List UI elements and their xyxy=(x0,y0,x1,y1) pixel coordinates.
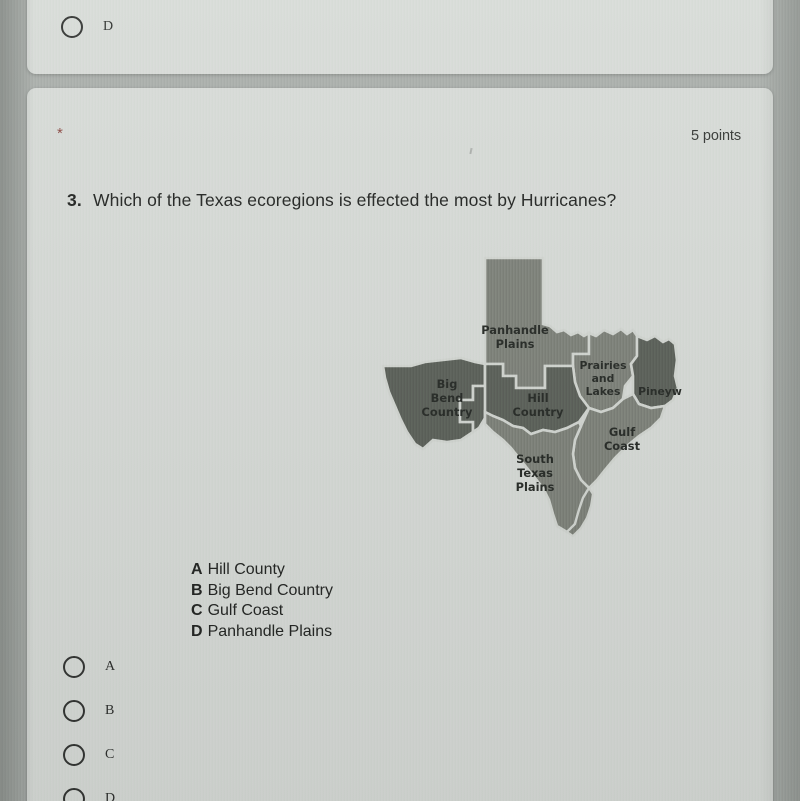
option-letter-b: B xyxy=(191,581,203,599)
map-label-gulf-coast-line2: Coast xyxy=(604,439,641,453)
option-label-d: Panhandle Plains xyxy=(207,622,333,640)
map-label-panhandle-plains-line2: Plains xyxy=(496,337,535,351)
answer-options-text: A Hill County B Big Bend Country C Gulf Coa… xyxy=(191,560,333,642)
required-asterisk: * xyxy=(57,125,63,142)
option-line-b: B Big Bend Country xyxy=(191,581,333,602)
radio-button-unselected-icon[interactable] xyxy=(63,788,85,801)
answer-choice-b[interactable]: B xyxy=(63,700,115,722)
question-prompt: 3. Which of the Texas ecoregions is effe… xyxy=(67,190,616,211)
points-label: 5 points xyxy=(691,128,741,144)
texas-map-svg: Panhandle Plains Prairies and Lakes Pine… xyxy=(381,256,682,538)
answer-choice-a[interactable]: A xyxy=(63,656,115,678)
option-letter-c: C xyxy=(191,602,203,620)
question-number: 3. xyxy=(67,190,82,210)
answer-choice-c-label: C xyxy=(105,747,115,762)
option-letter-a: A xyxy=(191,561,203,578)
map-label-big-bend-line2: Bend xyxy=(431,391,464,405)
map-label-hill-country-line1: Hill xyxy=(527,391,548,405)
map-label-prairies-line1: Prairies xyxy=(580,359,627,372)
question-card: * 5 points 3. Which of the Texas ecoregi… xyxy=(27,88,773,801)
radio-button-unselected-icon[interactable] xyxy=(61,16,83,38)
previous-option-d-label: D xyxy=(103,19,114,34)
option-line-a: A Hill County xyxy=(191,560,333,581)
previous-question-card: D xyxy=(27,0,773,74)
answer-choice-d[interactable]: D xyxy=(63,788,115,801)
option-line-c: C Gulf Coast xyxy=(191,601,333,622)
option-letter-d: D xyxy=(191,622,203,640)
texas-ecoregions-map: Panhandle Plains Prairies and Lakes Pine… xyxy=(375,236,695,548)
map-label-prairies-line2: and xyxy=(592,372,615,385)
option-label-b: Big Bend Country xyxy=(207,581,333,599)
map-label-big-bend-line1: Big xyxy=(437,377,458,391)
map-label-south-texas-line3: Plains xyxy=(516,480,555,494)
stray-mark xyxy=(469,147,473,155)
radio-button-unselected-icon[interactable] xyxy=(63,656,85,678)
answer-choice-d-label: D xyxy=(105,791,116,801)
option-label-a: Hill County xyxy=(207,561,285,578)
radio-button-unselected-icon[interactable] xyxy=(63,744,85,766)
question-text: Which of the Texas ecoregions is effecte… xyxy=(93,190,617,210)
map-label-hill-country-line2: Country xyxy=(513,405,564,419)
map-label-pineywoods: Pineyw xyxy=(638,385,682,398)
answer-choice-b-label: B xyxy=(105,703,115,718)
radio-button-unselected-icon[interactable] xyxy=(63,700,85,722)
option-label-c: Gulf Coast xyxy=(207,602,284,620)
map-label-gulf-coast-line1: Gulf xyxy=(609,425,636,439)
answer-choice-c[interactable]: C xyxy=(63,744,115,766)
map-label-south-texas-line1: South xyxy=(516,452,554,466)
previous-option-d[interactable]: D xyxy=(61,16,113,38)
map-label-big-bend-line3: Country xyxy=(422,405,473,419)
option-line-d: D Panhandle Plains xyxy=(191,622,333,643)
map-label-south-texas-line2: Texas xyxy=(517,466,553,480)
answer-choice-a-label: A xyxy=(105,659,116,674)
map-label-prairies-line3: Lakes xyxy=(586,385,621,398)
map-label-panhandle-plains-line1: Panhandle xyxy=(481,323,549,337)
